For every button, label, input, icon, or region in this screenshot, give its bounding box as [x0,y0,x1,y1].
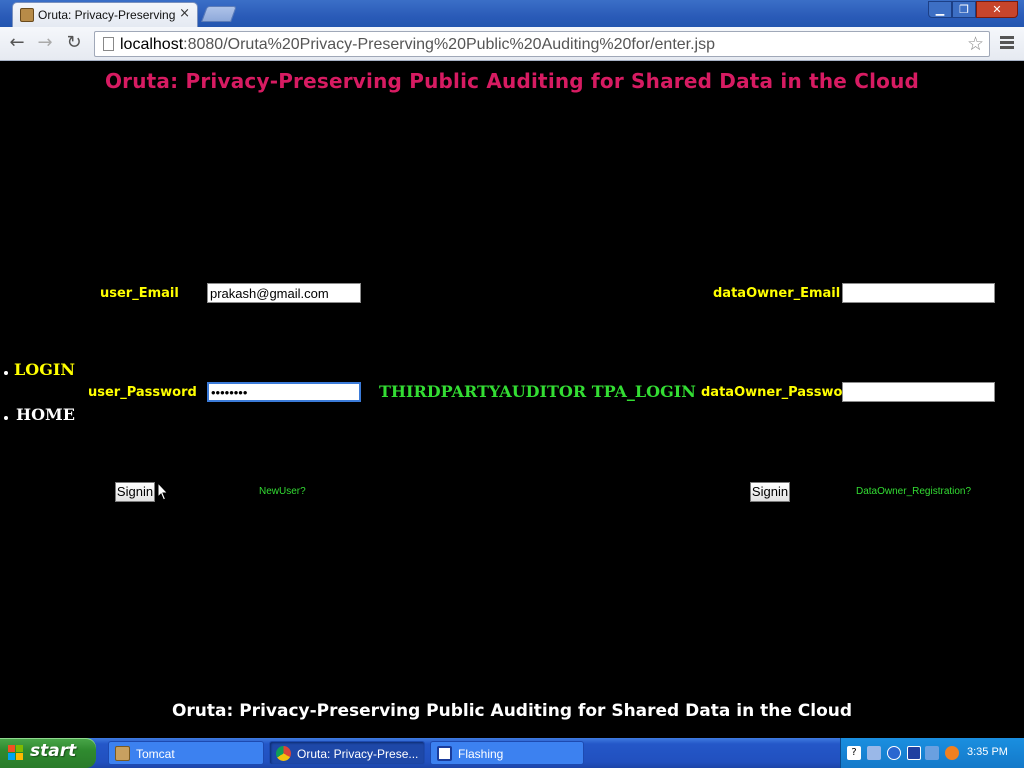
chrome-icon [276,746,291,761]
url-host: localhost [120,36,184,53]
dataowner-password-field[interactable] [842,382,995,402]
url-text[interactable]: localhost:8080/Oruta%20Privacy-Preservin… [120,36,715,54]
address-bar[interactable]: localhost:8080/Oruta%20Privacy-Preservin… [94,31,990,57]
back-icon[interactable] [887,746,901,760]
tpa-login-link[interactable]: THIRDPARTYAUDITOR TPA_LOGIN [379,382,696,401]
dataowner-password-label: dataOwner_Password [701,385,859,400]
user-password-field[interactable] [207,382,361,402]
tomcat-icon [115,746,130,761]
page-content: Oruta: Privacy-Preserving Public Auditin… [0,61,1024,738]
start-button[interactable]: start [0,738,96,768]
dataowner-email-label: dataOwner_Email [713,286,841,301]
taskbar-item-label: Tomcat [136,747,175,761]
minimize-window-button[interactable]: ▁ [928,1,952,18]
reload-icon[interactable]: ↻ [63,33,85,55]
home-bullet-icon [4,416,8,420]
taskbar-item-tomcat[interactable]: Tomcat [108,741,264,765]
dataowner-registration-link[interactable]: DataOwner_Registration? [856,486,971,497]
forward-arrow-icon[interactable]: → [34,33,56,55]
network-icon[interactable] [867,746,881,760]
windows-taskbar: start Tomcat Oruta: Privacy-Prese... Fla… [0,738,1024,768]
dataowner-email-field[interactable] [842,283,995,303]
taskbar-item-chrome[interactable]: Oruta: Privacy-Prese... [269,741,425,765]
new-user-link[interactable]: NewUser? [259,486,306,497]
page-title: Oruta: Privacy-Preserving Public Auditin… [104,69,920,93]
windows-logo-icon [8,745,24,761]
page-icon [103,37,114,51]
home-link[interactable]: HOME [16,405,75,424]
tab-title: Oruta: Privacy-Preserving Pu [38,8,178,22]
user-email-label: user_Email [100,286,179,301]
new-tab-button[interactable] [201,6,237,22]
user-email-field[interactable] [207,283,361,303]
flashing-icon [437,746,452,761]
taskbar-item-flashing[interactable]: Flashing [430,741,584,765]
firefox-icon[interactable] [945,746,959,760]
tab-close-icon[interactable]: × [179,6,190,21]
login-link[interactable]: LOGIN [14,360,75,379]
browser-menu-icon[interactable] [998,34,1016,52]
close-window-button[interactable]: ✕ [976,1,1018,18]
dataowner-signin-button[interactable]: Signin [750,482,790,502]
back-arrow-icon[interactable]: ← [6,33,28,55]
browser-toolbar: ← → ↻ localhost:8080/Oruta%20Privacy-Pre… [0,27,1024,61]
browser-title-bar: Oruta: Privacy-Preserving Pu × ▁ ❐ ✕ [0,0,1024,27]
page-footer: Oruta: Privacy-Preserving Public Auditin… [171,701,853,721]
tomcat-favicon-icon [20,8,34,22]
mouse-cursor-icon [157,482,169,501]
monitor-icon[interactable] [925,746,939,760]
taskbar-item-label: Oruta: Privacy-Prese... [297,747,419,761]
user-password-label: user_Password [88,385,197,400]
user-signin-button[interactable]: Signin [115,482,155,502]
app-tray-icon[interactable] [907,746,921,760]
help-icon[interactable]: ? [847,746,861,760]
bookmark-star-icon[interactable]: ☆ [967,33,984,55]
taskbar-item-label: Flashing [458,747,504,761]
url-path: :8080/Oruta%20Privacy-Preserving%20Publi… [183,36,716,53]
maximize-window-button[interactable]: ❐ [952,1,976,18]
browser-tab-active[interactable]: Oruta: Privacy-Preserving Pu × [12,2,198,27]
login-bullet-icon [4,371,8,375]
taskbar-clock: 3:35 PM [967,746,1008,758]
start-label: start [30,741,77,761]
